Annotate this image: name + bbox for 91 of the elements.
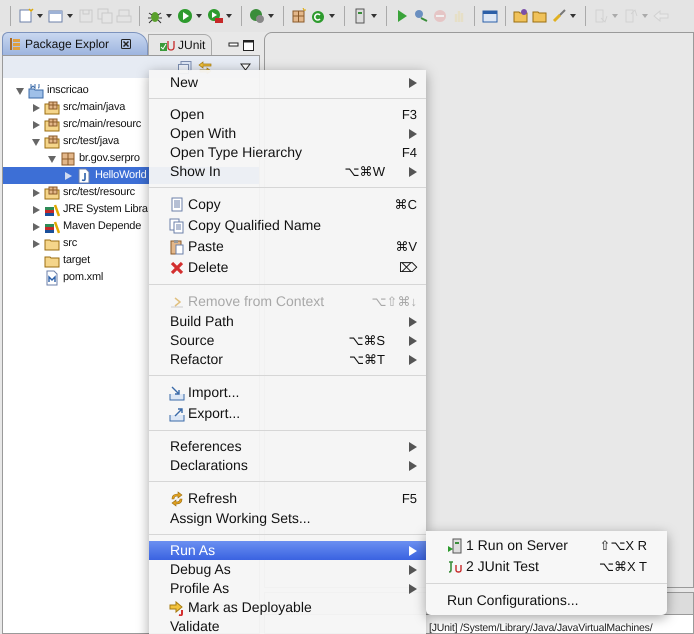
- panel-tab[interactable]: JUnit: [148, 34, 212, 55]
- disclosure-triangle-icon[interactable]: [31, 102, 41, 112]
- new-class-icon[interactable]: [310, 8, 326, 24]
- tree-item-label[interactable]: src/main/java: [63, 99, 126, 116]
- source-folder-icon: [44, 184, 60, 200]
- export-icon: [169, 406, 185, 422]
- package-icon: [60, 150, 76, 166]
- disclosure-triangle-icon[interactable]: [63, 170, 73, 180]
- menu-item[interactable]: Copy ⌘C: [149, 194, 426, 215]
- tree-item-label[interactable]: src/test/java: [63, 133, 120, 150]
- dropdown-caret-icon[interactable]: [371, 14, 377, 18]
- disclosure-triangle-icon[interactable]: [31, 188, 41, 198]
- open-folder-icon[interactable]: [513, 8, 529, 24]
- panel-tab[interactable]: Package Explor: [2, 32, 148, 55]
- menu-item[interactable]: References: [149, 437, 426, 456]
- tree-item-label[interactable]: inscricao: [47, 82, 89, 99]
- new-document-icon[interactable]: [18, 8, 34, 24]
- project-folder-icon: [28, 82, 44, 98]
- menu-item[interactable]: Validate: [149, 617, 426, 634]
- junit-icon: [447, 558, 463, 574]
- run-icon[interactable]: [177, 8, 193, 24]
- menu-item[interactable]: Run Configurations...: [426, 590, 667, 611]
- disclosure-triangle-icon[interactable]: [47, 154, 57, 164]
- menu-item[interactable]: Open With: [149, 124, 426, 143]
- disclosure-triangle-icon[interactable]: [15, 86, 25, 96]
- brush-icon[interactable]: [551, 8, 567, 24]
- menu-item[interactable]: Delete ⌦: [149, 257, 426, 278]
- tree-item-label[interactable]: Maven Depende: [63, 218, 142, 235]
- tree-item-label[interactable]: br.gov.serpro: [79, 150, 140, 167]
- dropdown-caret-icon[interactable]: [67, 14, 73, 18]
- copy-icon: [169, 218, 185, 234]
- menu-item[interactable]: Profile As: [149, 579, 426, 598]
- menu-item[interactable]: Export...: [149, 403, 426, 424]
- copy-icon: [169, 196, 185, 212]
- console-path-text: [JUnit] /System/Library/Java/JavaVirtualMachines/: [429, 621, 652, 634]
- tree-item-label[interactable]: target: [63, 252, 90, 269]
- disclosure-triangle-icon[interactable]: [31, 120, 41, 130]
- menu-item[interactable]: New: [149, 73, 426, 92]
- tree-item-label[interactable]: JRE System Libra: [63, 201, 148, 218]
- menu-item[interactable]: Open F3: [149, 105, 426, 124]
- tree-item-label[interactable]: src: [63, 235, 78, 252]
- package-explorer-icon: [9, 37, 21, 51]
- junit-icon: [159, 38, 176, 52]
- menu-item[interactable]: Debug As: [149, 560, 426, 579]
- disclosure-triangle-icon[interactable]: [31, 204, 41, 214]
- dropdown-caret-icon[interactable]: [329, 14, 335, 18]
- menu-item[interactable]: Refactor ⌥⌘T: [149, 350, 426, 369]
- menu-item[interactable]: 1 Run on Server ⇧⌥X R: [426, 535, 667, 556]
- import-icon: [169, 384, 185, 400]
- dropdown-caret-icon[interactable]: [166, 14, 172, 18]
- tree-item-label[interactable]: src/main/resourc: [63, 116, 142, 133]
- menu-item[interactable]: Import...: [149, 382, 426, 403]
- menu-item[interactable]: Copy Qualified Name: [149, 215, 426, 236]
- dropdown-caret-icon[interactable]: [196, 14, 202, 18]
- close-icon[interactable]: [121, 39, 132, 49]
- new-package-icon[interactable]: [291, 8, 307, 24]
- tree-item-label[interactable]: src/test/resourc: [63, 184, 135, 201]
- tree-item-label[interactable]: HelloWorld: [95, 167, 147, 184]
- source-folder-icon: [44, 116, 60, 132]
- maximize-icon[interactable]: [243, 40, 254, 51]
- source-folder-icon: [44, 134, 60, 150]
- disclosure-triangle-icon[interactable]: [31, 136, 41, 146]
- arrow-icon: [169, 600, 185, 616]
- delete-icon: [169, 260, 185, 276]
- refresh-arrows-icon: [169, 490, 185, 506]
- dropdown-caret-icon[interactable]: [570, 14, 576, 18]
- menu-item[interactable]: 2 JUnit Test ⌥⌘X T: [426, 556, 667, 577]
- server-run-icon: [447, 538, 463, 554]
- menu-item[interactable]: Declarations: [149, 456, 426, 475]
- menu-item[interactable]: Paste ⌘V: [149, 236, 426, 257]
- library-books-icon: [44, 218, 60, 234]
- dropdown-caret-icon[interactable]: [226, 14, 232, 18]
- library-books-icon: [44, 202, 60, 218]
- xml-file-icon: [44, 270, 60, 286]
- dropdown-caret-icon[interactable]: [37, 14, 43, 18]
- run-server-icon[interactable]: [207, 8, 223, 24]
- disclosure-triangle-icon[interactable]: [31, 222, 41, 232]
- menu-item[interactable]: Run As: [149, 541, 426, 560]
- menu-item[interactable]: Source ⌥⌘S: [149, 331, 426, 350]
- menu-item[interactable]: Build Path: [149, 312, 426, 331]
- menu-item[interactable]: Open Type Hierarchy F4: [149, 143, 426, 162]
- new-window-icon[interactable]: [48, 8, 64, 24]
- disclosure-triangle-icon[interactable]: [31, 238, 41, 248]
- menu-item[interactable]: Assign Working Sets...: [149, 509, 426, 528]
- tree-item-label[interactable]: pom.xml: [63, 269, 104, 286]
- menu-item[interactable]: Refresh F5: [149, 488, 426, 509]
- paste-icon: [169, 238, 185, 254]
- java-file-icon: [76, 168, 92, 184]
- dropdown-caret-icon[interactable]: [268, 14, 274, 18]
- source-folder-icon: [44, 100, 60, 116]
- menu-item[interactable]: Mark as Deployable: [149, 598, 426, 617]
